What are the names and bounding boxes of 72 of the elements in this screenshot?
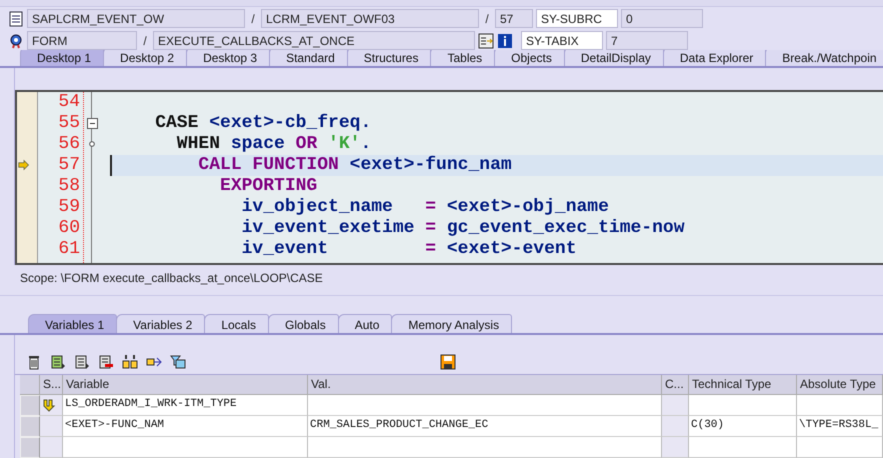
code-line: iv_event = <exet>-event xyxy=(240,238,578,260)
variables-tab[interactable]: Auto xyxy=(338,314,392,333)
fold-node-icon xyxy=(89,141,95,148)
desktop-tab[interactable]: Structures xyxy=(346,50,432,66)
absolute-type-cell: \TYPE=RS38L_ xyxy=(797,416,883,437)
line-number: 57 xyxy=(57,154,81,176)
c-cell xyxy=(662,394,689,416)
column-header[interactable]: Variable xyxy=(63,374,308,395)
arrow-icon xyxy=(17,159,31,172)
desktop-tab[interactable]: Desktop 1 xyxy=(20,50,104,66)
technical-type-cell: C(30) xyxy=(689,416,797,437)
variables-tab[interactable]: Variables 2 xyxy=(116,314,206,333)
desktop-tab[interactable]: Standard xyxy=(269,50,348,66)
header-corner xyxy=(20,374,40,395)
sysvar-value-field: 0 xyxy=(621,9,703,28)
desktop-tab[interactable]: Break./Watchpoin xyxy=(765,50,883,66)
column-header[interactable]: Absolute Type xyxy=(797,374,883,395)
collapse-icon[interactable] xyxy=(86,118,98,129)
remove-row-button[interactable] xyxy=(97,353,115,372)
column-header[interactable]: Val. xyxy=(308,374,662,395)
sysvar-name-field[interactable]: SY-TABIX xyxy=(521,31,603,50)
variable-cell: LS_ORDERADM_I_WRK-ITM_TYPE xyxy=(63,394,308,416)
separator-text: / xyxy=(484,12,490,26)
line-number: 54 xyxy=(57,92,81,113)
column-header[interactable]: C... xyxy=(662,374,689,395)
code-line: WHEN space OR 'K'. xyxy=(176,134,372,155)
desktop-tab[interactable]: DetailDisplay xyxy=(564,50,664,66)
code-line: iv_object_name = <exet>-obj_name xyxy=(240,196,610,218)
info-icon xyxy=(497,32,513,49)
code-line: iv_event_exetime = gc_event_exec_time-now xyxy=(240,218,686,239)
variables-tab[interactable]: Globals xyxy=(268,314,339,333)
list-icon xyxy=(478,32,494,49)
separator-text: / xyxy=(142,34,148,48)
document-icon xyxy=(8,10,24,27)
line-number: 56 xyxy=(57,134,81,155)
filter-button[interactable] xyxy=(169,353,187,372)
variables-tab[interactable]: Memory Analysis xyxy=(391,314,512,333)
value-cell: CRM_SALES_PRODUCT_CHANGE_EC xyxy=(308,416,662,437)
desktop-tab[interactable]: Desktop 2 xyxy=(103,50,188,66)
column-header[interactable]: S... xyxy=(40,374,63,395)
variables-tab[interactable]: Locals xyxy=(204,314,269,333)
line-number: 58 xyxy=(57,176,81,197)
code-line: EXPORTING xyxy=(219,176,318,197)
separator-text: / xyxy=(250,12,256,26)
desktop-tab[interactable]: Data Explorer xyxy=(662,50,766,66)
line-number: 61 xyxy=(57,238,81,260)
c-cell xyxy=(662,436,689,458)
include-field: LCRM_EVENT_OWF03 xyxy=(261,9,479,28)
line-field: 57 xyxy=(495,9,533,28)
column-header[interactable]: Technical Type xyxy=(689,374,797,395)
desktop-tab[interactable]: Tables xyxy=(430,50,496,66)
variable-cell: <EXET>-FUNC_NAM xyxy=(63,416,308,437)
columns-button[interactable] xyxy=(121,353,139,372)
line-number: 59 xyxy=(57,196,81,218)
changed-icon xyxy=(42,398,56,412)
line-number: 60 xyxy=(57,218,81,239)
insert-row-button[interactable] xyxy=(49,353,67,372)
desktop-tab[interactable]: Desktop 3 xyxy=(186,50,270,66)
scope-text: Scope: \FORM execute_callbacks_at_once\LOOP\CASE xyxy=(20,270,323,285)
save-button[interactable] xyxy=(439,353,457,372)
sysvar-name-field[interactable]: SY-SUBRC xyxy=(536,9,618,28)
event-field: EXECUTE_CALLBACKS_AT_ONCE xyxy=(153,31,475,50)
gear-icon xyxy=(8,32,24,49)
line-number: 55 xyxy=(57,112,81,134)
desktop-tab[interactable]: Objects xyxy=(494,50,565,66)
program-field: SAPLCRM_EVENT_OW xyxy=(27,9,245,28)
event-type-field: FORM xyxy=(27,31,137,50)
append-row-button[interactable] xyxy=(73,353,91,372)
c-cell xyxy=(662,416,689,437)
sysvar-value-field: 7 xyxy=(606,31,688,50)
code-line: CASE <exet>-cb_freq. xyxy=(154,112,372,134)
variables-tab[interactable]: Variables 1 xyxy=(28,314,118,333)
